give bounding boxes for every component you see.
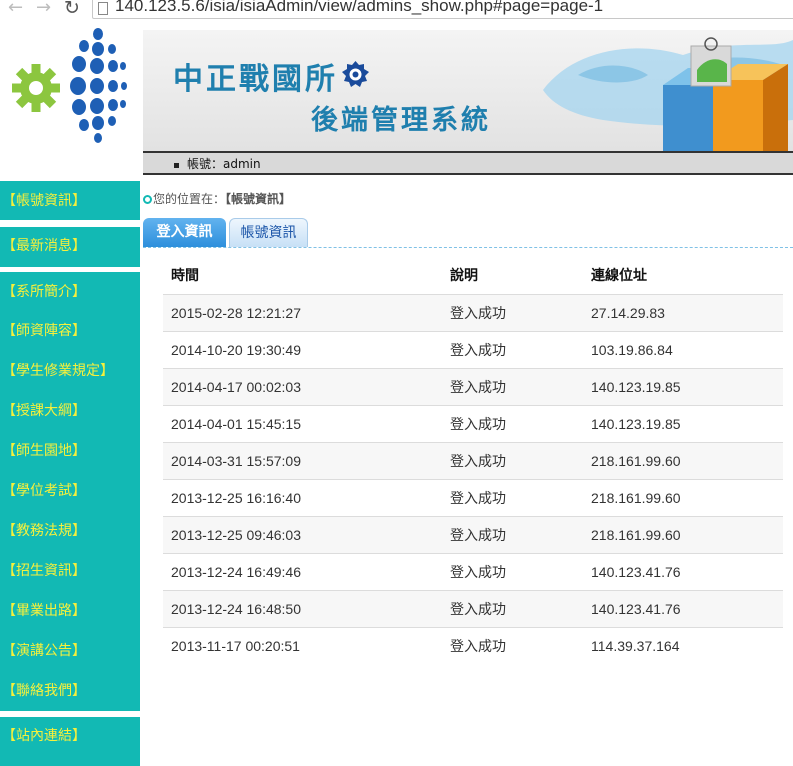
tab-account-info[interactable]: 帳號資訊 bbox=[229, 218, 308, 247]
banner-title-line2: 後端管理系統 bbox=[311, 105, 491, 136]
header-ip: 連線位址 bbox=[583, 256, 783, 295]
cell-time: 2014-04-17 00:02:03 bbox=[163, 368, 442, 406]
circle-icon bbox=[143, 195, 152, 204]
table-row: 2015-02-28 12:21:27 登入成功 27.14.29.83 bbox=[163, 294, 783, 332]
table-row: 2013-12-25 09:46:03 登入成功 218.161.99.60 bbox=[163, 516, 783, 554]
breadcrumb-current: 【帳號資訊】 bbox=[225, 192, 292, 206]
cell-ip: 27.14.29.83 bbox=[583, 294, 783, 332]
cell-ip: 140.123.41.76 bbox=[583, 590, 783, 628]
table-row: 2013-12-24 16:49:46 登入成功 140.123.41.76 bbox=[163, 553, 783, 591]
sidebar-item-links[interactable]: 【站內連結】 bbox=[0, 716, 140, 756]
sidebar-item-lectures[interactable]: 【演講公告】 bbox=[0, 631, 140, 671]
account-strip: 帳號：admin bbox=[143, 151, 793, 175]
header-desc: 說明 bbox=[442, 256, 583, 295]
sidebar-item-rules[interactable]: 【學生修業規定】 bbox=[0, 351, 140, 391]
sidebar-item-careers[interactable]: 【畢業出路】 bbox=[0, 591, 140, 631]
cell-desc: 登入成功 bbox=[442, 516, 583, 554]
cell-ip: 114.39.37.164 bbox=[583, 627, 783, 664]
cell-time: 2013-12-24 16:49:46 bbox=[163, 553, 442, 591]
cell-time: 2014-03-31 15:57:09 bbox=[163, 442, 442, 480]
sidebar-item-contact[interactable]: 【聯絡我們】 bbox=[0, 671, 140, 711]
login-log-table: 時間 說明 連線位址 2015-02-28 12:21:27 登入成功 27.1… bbox=[163, 256, 783, 664]
arrow-right-icon[interactable]: → bbox=[36, 0, 51, 19]
table-row: 2014-03-31 15:57:09 登入成功 218.161.99.60 bbox=[163, 442, 783, 480]
cell-desc: 登入成功 bbox=[442, 627, 583, 664]
sidebar-item-faculty[interactable]: 【師資陣容】 bbox=[0, 311, 140, 351]
account-label: 帳號：admin bbox=[187, 157, 261, 171]
cell-desc: 登入成功 bbox=[442, 590, 583, 628]
browser-toolbar: ← → ↻ 140.123.5.6/isia/isiaAdmin/view/ad… bbox=[0, 0, 793, 22]
sidebar-menu: 【帳號資訊】 【最新消息】 【系所簡介】 【師資陣容】 【學生修業規定】 【授課… bbox=[0, 181, 140, 766]
cell-ip: 140.123.41.76 bbox=[583, 553, 783, 591]
cell-time: 2014-10-20 19:30:49 bbox=[163, 331, 442, 369]
cell-ip: 103.19.86.84 bbox=[583, 331, 783, 369]
sidebar-item-admissions[interactable]: 【招生資訊】 bbox=[0, 551, 140, 591]
header-time: 時間 bbox=[163, 256, 442, 295]
world-map-cube-icon bbox=[543, 37, 793, 151]
cell-desc: 登入成功 bbox=[442, 442, 583, 480]
sidebar-item-degree-exam[interactable]: 【學位考試】 bbox=[0, 471, 140, 511]
table-row: 2014-04-01 15:45:15 登入成功 140.123.19.85 bbox=[163, 405, 783, 443]
sidebar-item-about[interactable]: 【系所簡介】 bbox=[0, 272, 140, 312]
site-logo[interactable] bbox=[0, 22, 143, 181]
url-text[interactable]: 140.123.5.6/isia/isiaAdmin/view/admins_s… bbox=[115, 0, 603, 16]
table-row: 2013-12-24 16:48:50 登入成功 140.123.41.76 bbox=[163, 590, 783, 628]
cell-ip: 140.123.19.85 bbox=[583, 368, 783, 406]
bullet-icon bbox=[174, 163, 179, 168]
table-row: 2013-12-25 16:16:40 登入成功 218.161.99.60 bbox=[163, 479, 783, 517]
cell-time: 2015-02-28 12:21:27 bbox=[163, 294, 442, 332]
tab-divider bbox=[143, 247, 793, 248]
cell-time: 2013-12-24 16:48:50 bbox=[163, 590, 442, 628]
cell-time: 2014-04-01 15:45:15 bbox=[163, 405, 442, 443]
cell-desc: 登入成功 bbox=[442, 479, 583, 517]
table-row: 2014-10-20 19:30:49 登入成功 103.19.86.84 bbox=[163, 331, 783, 369]
sidebar-item-account[interactable]: 【帳號資訊】 bbox=[0, 181, 140, 221]
cell-desc: 登入成功 bbox=[442, 405, 583, 443]
sidebar-item-regulations[interactable]: 【教務法規】 bbox=[0, 511, 140, 551]
reload-icon[interactable]: ↻ bbox=[64, 0, 80, 19]
cell-desc: 登入成功 bbox=[442, 294, 583, 332]
header-banner: 中正戰國所 後端管理系統 bbox=[143, 30, 793, 151]
page-icon bbox=[98, 2, 108, 15]
cell-ip: 218.161.99.60 bbox=[583, 516, 783, 554]
banner-title-line1: 中正戰國所 bbox=[173, 62, 338, 97]
cell-time: 2013-12-25 09:46:03 bbox=[163, 516, 442, 554]
gear-dots-logo-icon bbox=[12, 28, 127, 143]
cell-desc: 登入成功 bbox=[442, 331, 583, 369]
table-row: 2013-11-17 00:20:51 登入成功 114.39.37.164 bbox=[163, 627, 783, 664]
cell-desc: 登入成功 bbox=[442, 553, 583, 591]
cell-time: 2013-11-17 00:20:51 bbox=[163, 627, 442, 664]
breadcrumb: 您的位置在：【帳號資訊】 bbox=[143, 190, 291, 207]
cell-desc: 登入成功 bbox=[442, 368, 583, 406]
sidebar-item-syllabus[interactable]: 【授課大綱】 bbox=[0, 391, 140, 431]
sidebar-item-community[interactable]: 【師生園地】 bbox=[0, 431, 140, 471]
cell-ip: 140.123.19.85 bbox=[583, 405, 783, 443]
cell-ip: 218.161.99.60 bbox=[583, 442, 783, 480]
arrow-left-icon[interactable]: ← bbox=[8, 0, 23, 19]
tab-login-info[interactable]: 登入資訊 bbox=[143, 218, 226, 247]
table-row: 2014-04-17 00:02:03 登入成功 140.123.19.85 bbox=[163, 368, 783, 406]
table-header-row: 時間 說明 連線位址 bbox=[163, 256, 783, 295]
cell-ip: 218.161.99.60 bbox=[583, 479, 783, 517]
address-bar[interactable]: 140.123.5.6/isia/isiaAdmin/view/admins_s… bbox=[92, 0, 793, 19]
cell-time: 2013-12-25 16:16:40 bbox=[163, 479, 442, 517]
sidebar-item-news[interactable]: 【最新消息】 bbox=[0, 226, 140, 266]
emblem-icon bbox=[342, 61, 369, 87]
breadcrumb-prefix: 您的位置在： bbox=[153, 192, 226, 206]
